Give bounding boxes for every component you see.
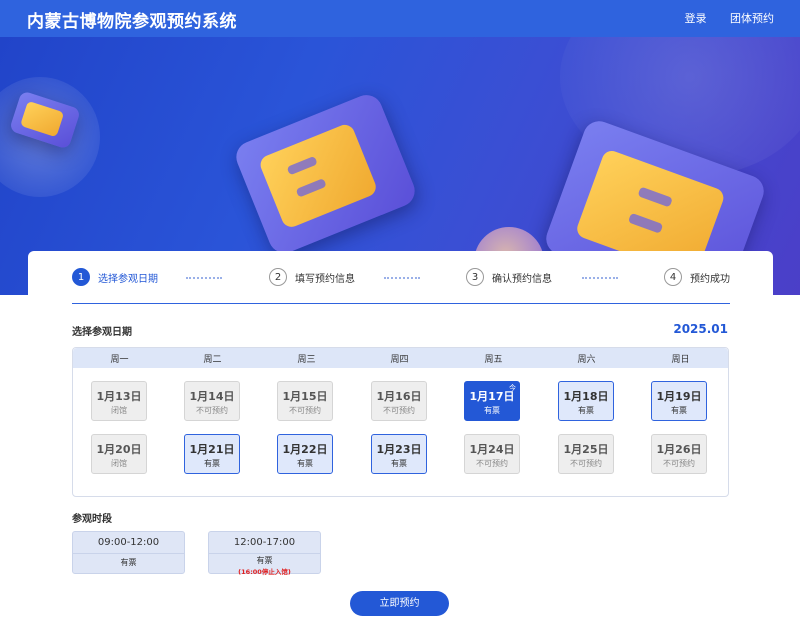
slot-status: 有票	[120, 558, 137, 567]
day-status: 有票	[297, 459, 313, 468]
day-date: 1月21日	[189, 443, 235, 456]
steps-divider	[72, 303, 730, 304]
step-2: 2 填写预约信息	[269, 268, 355, 286]
day-date: 1月15日	[282, 390, 328, 403]
step-3-number: 3	[466, 268, 484, 286]
day-cell-selected[interactable]: 今 1月17日 有票	[464, 381, 520, 421]
step-connector	[384, 277, 420, 279]
step-3-label: 确认预约信息	[492, 273, 552, 285]
time-section-title: 参观时段	[72, 514, 112, 525]
step-1-label: 选择参观日期	[98, 273, 158, 285]
step-connector	[186, 277, 222, 279]
day-status: 有票	[391, 459, 407, 468]
day-date: 1月16日	[376, 390, 422, 403]
time-slot-morning[interactable]: 09:00-12:00 有票	[72, 531, 185, 574]
header-nav: 登录 团体预约	[665, 10, 775, 26]
group-booking-link[interactable]: 团体预约	[730, 12, 774, 25]
day-status: 不可预约	[383, 406, 415, 415]
progress-steps: 1 选择参观日期 2 填写预约信息 3 确认预约信息 4 预约成功	[72, 268, 732, 290]
day-date: 1月14日	[189, 390, 235, 403]
day-status: 有票	[204, 459, 220, 468]
day-date: 1月23日	[376, 443, 422, 456]
day-date: 1月18日	[563, 390, 609, 403]
day-date: 1月19日	[656, 390, 702, 403]
day-date: 1月25日	[563, 443, 609, 456]
day-cell: 1月20日 闭馆	[91, 434, 147, 474]
weekday-thu: 周四	[390, 355, 409, 365]
ticket-illustration-medium	[231, 90, 420, 258]
step-3: 3 确认预约信息	[466, 268, 552, 286]
slot-time: 12:00-17:00	[209, 532, 320, 554]
book-now-button[interactable]: 立即预约	[350, 591, 449, 616]
weekday-sun: 周日	[671, 355, 690, 365]
day-status: 闭馆	[111, 459, 127, 468]
day-cell-available[interactable]: 1月19日 有票	[651, 381, 707, 421]
day-cell-available[interactable]: 1月22日 有票	[277, 434, 333, 474]
site-title: 内蒙古博物院参观预约系统	[27, 12, 237, 32]
calendar-weekday-header: 周一 周二 周三 周四 周五 周六 周日	[73, 348, 728, 368]
day-cell: 1月15日 不可预约	[277, 381, 333, 421]
booking-card: 1 选择参观日期 2 填写预约信息 3 确认预约信息 4 预约成功 选择参观日期…	[28, 251, 773, 631]
weekday-fri: 周五	[484, 355, 503, 365]
step-4: 4 预约成功	[664, 268, 730, 286]
day-status: 不可预约	[476, 459, 508, 468]
day-status: 有票	[671, 406, 687, 415]
day-cell: 1月14日 不可预约	[184, 381, 240, 421]
current-month: 2025.01	[673, 322, 728, 336]
calendar: 周一 周二 周三 周四 周五 周六 周日 1月13日 闭馆 1月14日 不可预约…	[72, 347, 729, 497]
day-status: 不可预约	[196, 406, 228, 415]
day-date: 1月24日	[469, 443, 515, 456]
day-cell-available[interactable]: 1月18日 有票	[558, 381, 614, 421]
time-slot-afternoon[interactable]: 12:00-17:00 有票 (16:00停止入馆)	[208, 531, 321, 576]
top-header: 内蒙古博物院参观预约系统 登录 团体预约	[0, 0, 800, 37]
day-cell: 1月13日 闭馆	[91, 381, 147, 421]
day-status: 闭馆	[111, 406, 127, 415]
day-status: 有票	[578, 406, 594, 415]
weekday-wed: 周三	[297, 355, 316, 365]
day-date: 1月20日	[96, 443, 142, 456]
weekday-sat: 周六	[577, 355, 596, 365]
weekday-mon: 周一	[110, 355, 129, 365]
day-status: 不可预约	[289, 406, 321, 415]
day-status: 有票	[484, 406, 500, 415]
slot-note: (16:00停止入馆)	[238, 568, 291, 576]
step-1-number: 1	[72, 268, 90, 286]
day-date: 1月22日	[282, 443, 328, 456]
today-badge: 今	[509, 384, 516, 392]
step-2-number: 2	[269, 268, 287, 286]
step-4-label: 预约成功	[690, 273, 730, 285]
day-cell-available[interactable]: 1月21日 有票	[184, 434, 240, 474]
slot-time: 09:00-12:00	[73, 532, 184, 554]
day-status: 不可预约	[663, 459, 695, 468]
day-cell: 1月16日 不可预约	[371, 381, 427, 421]
day-status: 不可预约	[570, 459, 602, 468]
step-2-label: 填写预约信息	[295, 273, 355, 285]
weekday-tue: 周二	[203, 355, 222, 365]
day-cell: 1月25日 不可预约	[558, 434, 614, 474]
step-connector	[582, 277, 618, 279]
date-section-title: 选择参观日期	[72, 327, 132, 338]
day-date: 1月13日	[96, 390, 142, 403]
day-cell: 1月24日 不可预约	[464, 434, 520, 474]
slot-status: 有票	[256, 556, 273, 565]
day-date: 1月26日	[656, 443, 702, 456]
step-1: 1 选择参观日期	[72, 268, 158, 286]
day-cell: 1月26日 不可预约	[651, 434, 707, 474]
step-4-number: 4	[664, 268, 682, 286]
login-link[interactable]: 登录	[685, 12, 707, 25]
day-cell-available[interactable]: 1月23日 有票	[371, 434, 427, 474]
